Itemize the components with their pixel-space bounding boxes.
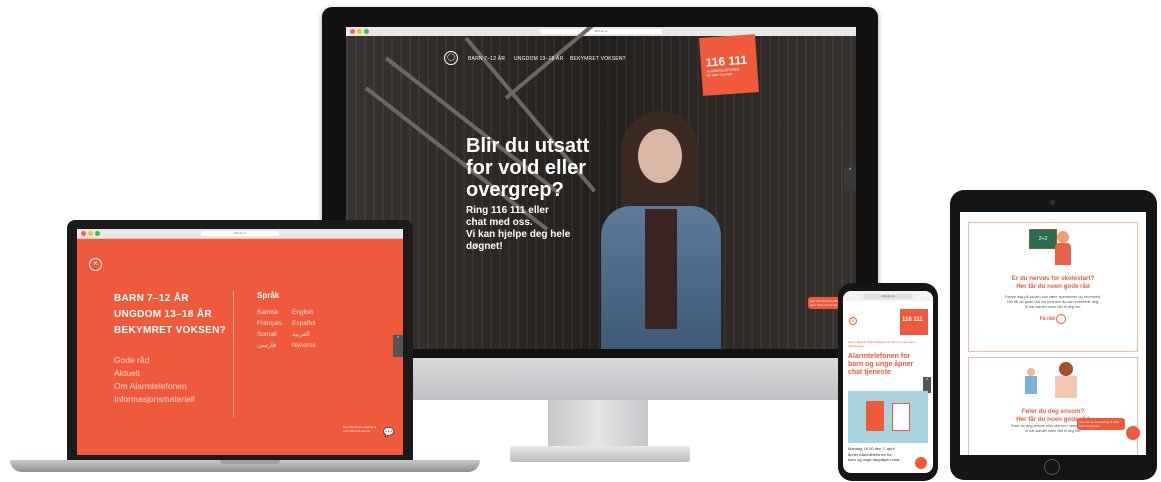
hero-sub-line: døgnet!: [466, 241, 503, 252]
chalkboard-illustration: 2+2: [1029, 229, 1057, 249]
close-window-icon[interactable]: [350, 29, 355, 34]
home-logo-icon[interactable]: ≡: [849, 317, 857, 325]
chat-icon[interactable]: [915, 457, 927, 469]
title-line: barn og unge åpner: [848, 361, 914, 368]
alarmtelefonen-logo[interactable]: 116 111: [900, 309, 928, 335]
card-link[interactable]: Få råd →: [969, 314, 1137, 324]
language-option[interactable]: Français: [257, 318, 282, 329]
woman-body-illustration: [1055, 376, 1077, 398]
language-list-right: English Español العربية Nynorsk: [292, 307, 316, 351]
language-heading: Språk: [257, 291, 280, 300]
chat-icon[interactable]: [1126, 426, 1140, 440]
hero-subtext: Ring 116 111 eller chat med oss. Vi kan …: [466, 205, 570, 253]
close-icon[interactable]: ×: [89, 258, 102, 271]
secondary-menu: Gode råd Aktuelt Om Alarmtelefonen Infor…: [114, 354, 195, 406]
monitor-stand: [548, 400, 648, 452]
title-line: Alarmtelefonen for: [848, 353, 911, 360]
menu-item-om[interactable]: Om Alarmtelefonen: [114, 380, 195, 393]
menu-item-ungdom[interactable]: UNGDOM 13–18 ÅR: [114, 307, 226, 323]
laptop-notch: [220, 460, 280, 464]
chat-prompt[interactable]: Hei, har du en melding til oss? Skriv ti…: [1077, 418, 1125, 430]
browser-toolbar: 116111.no: [77, 229, 403, 239]
hero-sub-line: Vi kan hjelpe deg hele: [466, 229, 571, 240]
laptop-screen: 116111.no × BARN 7–12 ÅR UNGDOM 13–18 ÅR…: [77, 229, 403, 455]
language-option[interactable]: Nynorsk: [292, 340, 316, 351]
monitor-base: [510, 446, 690, 462]
child-body-illustration: [1055, 243, 1071, 265]
quick-exit-tab[interactable]: ✕: [844, 167, 856, 191]
menu-divider: [233, 291, 234, 417]
language-option[interactable]: Español: [292, 318, 316, 329]
advice-card[interactable]: 2+2 Er du nervøs for skolestart? Her får…: [968, 222, 1138, 352]
article-image: [848, 391, 928, 443]
arrow-right-icon: →: [1056, 314, 1067, 324]
language-option[interactable]: English: [292, 307, 316, 318]
hero-sub-line: Ring 116 111 eller: [466, 205, 549, 216]
child-body-illustration: [1025, 376, 1037, 394]
poster-illustration: [866, 401, 884, 431]
minimize-window-icon[interactable]: [357, 29, 362, 34]
nav-barn[interactable]: BARN 7–12 ÅR: [468, 56, 505, 62]
hero-title-line: for vold eller: [466, 157, 587, 179]
language-option[interactable]: العربية: [292, 329, 316, 340]
child-illustration: [1057, 231, 1069, 243]
hero-sub-line: chat med oss.: [466, 217, 533, 228]
article-title: Alarmtelefonen for barn og unge åpner ch…: [848, 353, 928, 377]
quick-exit-tab[interactable]: ✕: [393, 335, 403, 357]
home-button[interactable]: [1044, 459, 1060, 475]
menu-item-gode-rad[interactable]: Gode råd: [114, 354, 195, 367]
hero-title-line: overgrep?: [466, 179, 564, 201]
language-option[interactable]: فارسی: [257, 340, 282, 351]
home-logo-icon[interactable]: ◯: [444, 51, 458, 65]
minimize-window-icon[interactable]: [88, 231, 93, 236]
nav-bekymret[interactable]: BEKYMRET VOKSEN?: [570, 56, 626, 62]
card-title: Er du nervøs for skolestart?: [1011, 275, 1095, 282]
card-text: Vi har samlet noen råd til deg her.: [1024, 305, 1082, 309]
menu-item-barn[interactable]: BARN 7–12 ÅR: [114, 291, 226, 307]
language-option[interactable]: Samisk: [257, 307, 282, 318]
menu-item-info[interactable]: Informasjonsmateriell: [114, 393, 195, 406]
menu-item-bekymret[interactable]: BEKYMRET VOKSEN?: [114, 323, 226, 339]
phone-browser-bar: 116111.no: [843, 291, 933, 301]
chat-icon[interactable]: 💬: [383, 427, 394, 438]
tablet-screen: 2+2 Er du nervøs for skolestart? Her får…: [960, 212, 1146, 455]
menu-item-aktuelt[interactable]: Aktuelt: [114, 367, 195, 380]
tablet-camera: [1050, 200, 1055, 205]
card-title: Her får du noen gode råd: [1016, 283, 1090, 290]
desktop-screen: 116111.no ◯ BARN 7–12 ÅR UNGDOM 13–18 ÅR…: [346, 27, 856, 349]
address-bar[interactable]: 116111.no: [200, 231, 280, 236]
maximize-window-icon[interactable]: [364, 29, 369, 34]
advice-card[interactable]: Føler du deg ensom? Her får du noen gode…: [968, 357, 1138, 455]
woman-illustration: [1059, 362, 1073, 376]
child-illustration: [1027, 368, 1035, 376]
nav-ungdom[interactable]: UNGDOM 13–18 ÅR: [514, 56, 563, 62]
address-bar[interactable]: 116111.no: [863, 294, 913, 299]
person-photo: [601, 111, 721, 349]
hero-title-line: Blir du utsatt: [466, 135, 590, 157]
breadcrumb[interactable]: Hjem / Aktuelt / Alarmtelefonen for barn…: [848, 340, 920, 348]
main-menu: BARN 7–12 ÅR UNGDOM 13–18 ÅR BEKYMRET VO…: [114, 291, 226, 339]
close-window-icon[interactable]: [81, 231, 86, 236]
alarmtelefonen-logo[interactable]: 116 111 ALARMTELEFONEN for barn og unge: [699, 34, 759, 96]
hero-heading: Blir du utsatt for vold eller overgrep?: [466, 135, 589, 201]
address-bar[interactable]: 116111.no: [539, 29, 663, 34]
card-link-label: Få råd: [1039, 316, 1055, 322]
language-option[interactable]: Somali: [257, 329, 282, 340]
card-title: Føler du deg ensom?: [1021, 408, 1085, 415]
title-line: chat tjeneste: [848, 369, 891, 376]
chat-prompt[interactable]: Hei, har du en melding til oss? Skriv ti…: [343, 425, 379, 433]
hero-photo: [346, 27, 856, 349]
maximize-window-icon[interactable]: [95, 231, 100, 236]
language-list-left: Samisk Français Somali فارسی: [257, 307, 282, 351]
poster-illustration: [892, 403, 910, 431]
phone-screen: 116111.no ≡ 116 111 Hjem / Aktuelt / Ala…: [843, 291, 933, 473]
logo-number: 116 111: [902, 317, 923, 323]
